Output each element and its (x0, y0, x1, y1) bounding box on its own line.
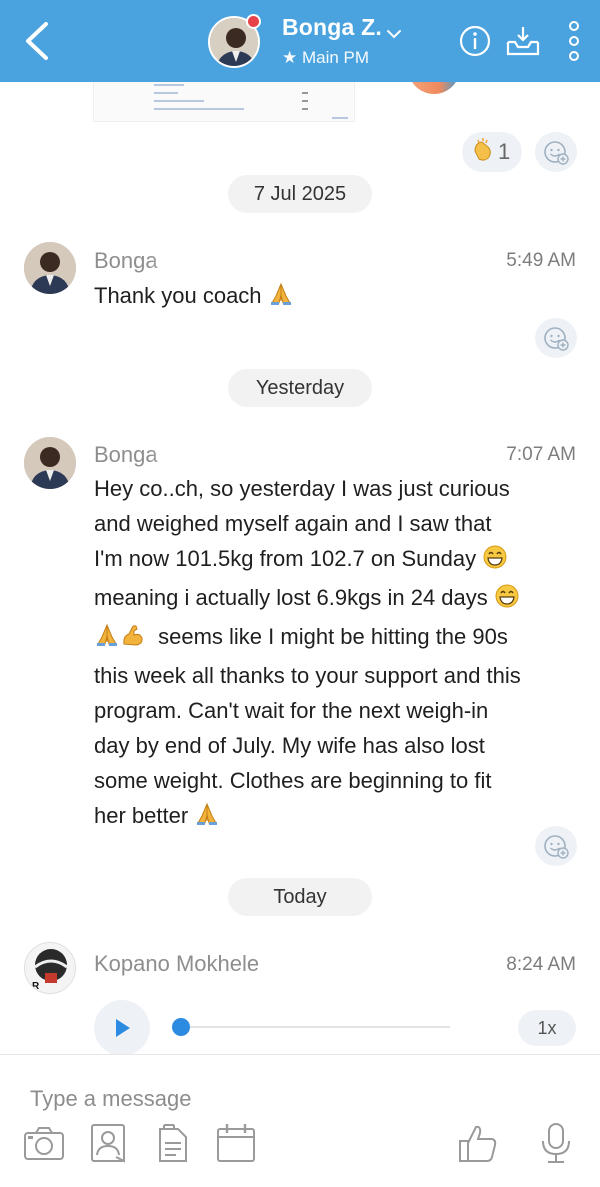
message-text: Hey co..ch, so yesterday I was just curi… (94, 471, 580, 837)
date-separator: Today (228, 878, 372, 916)
attachment-thumbnail[interactable] (93, 82, 355, 122)
date-separator: Yesterday (228, 369, 372, 407)
contact-subtitle: ★ Main PM (282, 48, 370, 67)
svg-text:R: R (32, 981, 40, 992)
grinning-face-icon (482, 544, 508, 580)
document-icon[interactable] (150, 1121, 194, 1165)
play-icon (116, 1019, 130, 1037)
message-time: 8:24 AM (506, 954, 576, 975)
date-separator: 7 Jul 2025 (228, 175, 372, 213)
microphone-icon[interactable] (534, 1121, 578, 1165)
sender-name: Kopano Mokhele (94, 951, 260, 976)
flexed-biceps-icon (120, 622, 146, 658)
voice-progress-track[interactable] (182, 1026, 450, 1028)
chevron-down-icon[interactable] (386, 28, 402, 40)
calendar-icon[interactable] (214, 1121, 258, 1165)
voice-progress-knob[interactable] (172, 1018, 190, 1036)
sender-name: Bonga (94, 248, 158, 273)
add-reaction-button[interactable] (535, 826, 577, 866)
message-input[interactable] (30, 1083, 570, 1115)
add-reaction-icon (544, 327, 569, 351)
add-reaction-button[interactable] (535, 132, 577, 172)
message-list[interactable]: 1 7 Jul 2025 Bonga 5:49 AM Thank you coa… (0, 82, 600, 1054)
chat-header: Bonga Z. ★ Main PM (0, 0, 600, 82)
reaction-chip[interactable]: 1 (462, 132, 522, 172)
more-vertical-icon[interactable] (566, 20, 582, 62)
playback-speed-button[interactable]: 1x (518, 1010, 576, 1046)
grinning-face-icon (494, 583, 520, 619)
redaction (165, 442, 245, 470)
contact-card-icon[interactable] (86, 1121, 130, 1165)
folded-hands-icon (268, 281, 294, 317)
message-text: Thank you coach (94, 278, 580, 317)
folded-hands-icon (194, 801, 220, 837)
sender-avatar[interactable]: R (24, 942, 76, 994)
back-chevron-icon[interactable] (18, 18, 58, 64)
reaction-count: 1 (498, 139, 511, 164)
message-composer (0, 1054, 600, 1187)
info-icon[interactable] (458, 24, 492, 58)
add-reaction-button[interactable] (535, 318, 577, 358)
folded-hands-icon (94, 622, 120, 658)
sender-avatar[interactable] (24, 437, 76, 489)
add-reaction-icon (544, 141, 569, 165)
message-time: 7:07 AM (506, 444, 576, 465)
redaction (165, 248, 245, 276)
chart-thumbnail[interactable] (408, 82, 460, 94)
contact-name[interactable]: Bonga Z. (282, 14, 382, 41)
sender-avatar[interactable] (24, 242, 76, 294)
clapping-hands-icon (470, 137, 496, 168)
download-tray-icon[interactable] (504, 24, 542, 58)
camera-icon[interactable] (22, 1121, 66, 1165)
sender-name: Bonga (94, 442, 158, 467)
add-reaction-icon (544, 835, 569, 859)
message-time: 5:49 AM (506, 250, 576, 271)
play-voice-button[interactable] (94, 1000, 150, 1054)
thumbs-up-icon[interactable] (456, 1121, 500, 1165)
online-status-dot (246, 14, 261, 29)
